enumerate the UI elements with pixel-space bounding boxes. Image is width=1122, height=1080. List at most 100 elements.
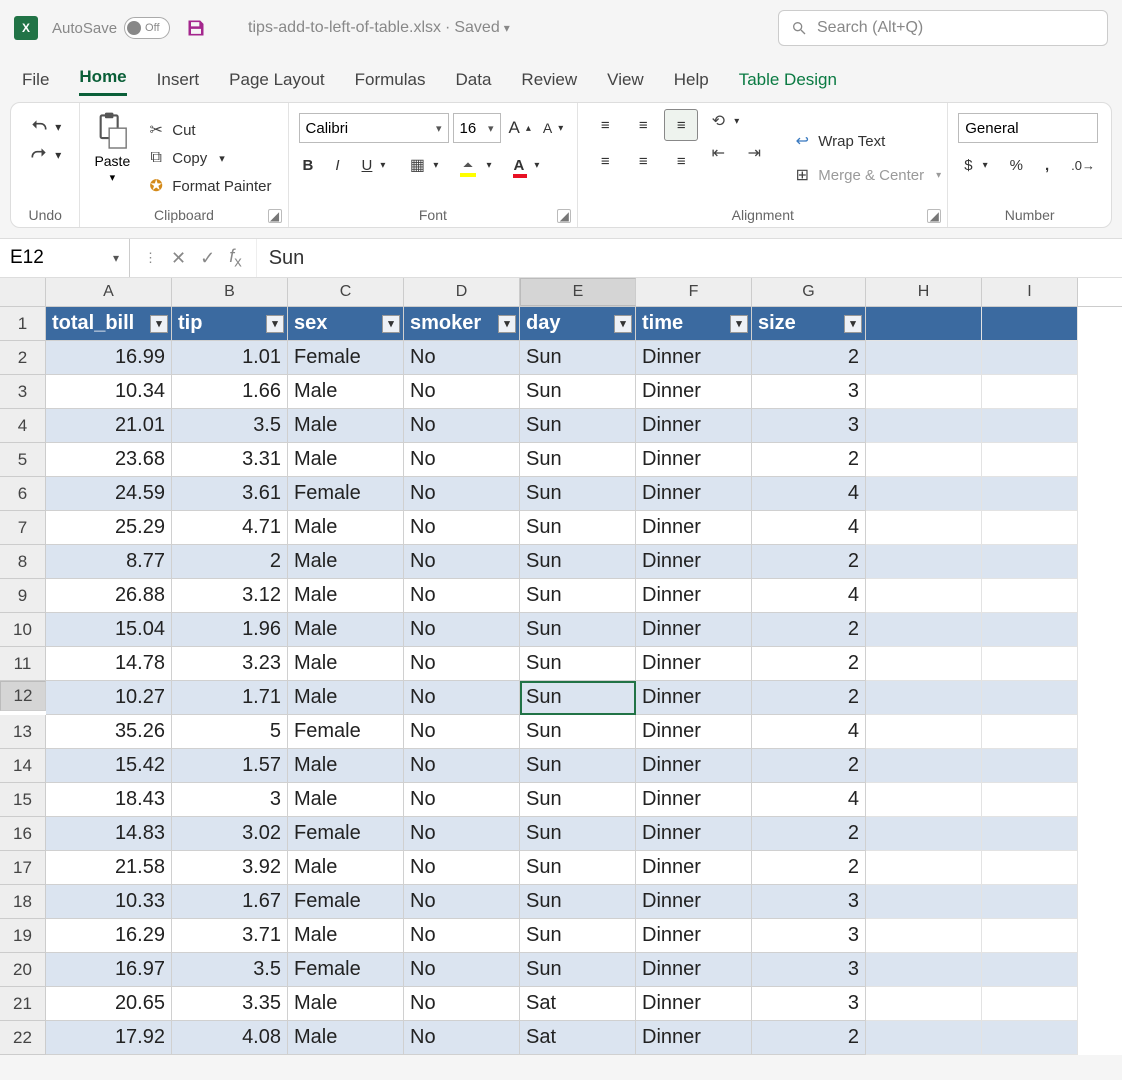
cell-2-A[interactable]: 16.99 (46, 341, 172, 375)
dropdown-icon[interactable]: ⋮ (144, 250, 157, 266)
tab-home[interactable]: Home (79, 67, 126, 96)
cell-9-G[interactable]: 4 (752, 579, 866, 613)
cell-12-A[interactable]: 10.27 (46, 681, 172, 715)
cell-21-F[interactable]: Dinner (636, 987, 752, 1021)
cell-14-D[interactable]: No (404, 749, 520, 783)
undo-button[interactable]: ▾ (25, 115, 65, 139)
row-header-20[interactable]: 20 (0, 953, 46, 987)
cell-21-G[interactable]: 3 (752, 987, 866, 1021)
cell-2-H[interactable] (866, 341, 982, 375)
cell-8-F[interactable]: Dinner (636, 545, 752, 579)
cell-13-G[interactable]: 4 (752, 715, 866, 749)
cell-7-E[interactable]: Sun (520, 511, 636, 545)
cell-17-E[interactable]: Sun (520, 851, 636, 885)
cell-11-A[interactable]: 14.78 (46, 647, 172, 681)
cell-16-A[interactable]: 14.83 (46, 817, 172, 851)
cell-21-B[interactable]: 3.35 (172, 987, 288, 1021)
cell-10-E[interactable]: Sun (520, 613, 636, 647)
row-header-7[interactable]: 7 (0, 511, 46, 545)
clipboard-launcher[interactable]: ◢ (268, 209, 282, 223)
cell-12-F[interactable]: Dinner (636, 681, 752, 715)
cell-6-E[interactable]: Sun (520, 477, 636, 511)
cell-19-A[interactable]: 16.29 (46, 919, 172, 953)
align-right-button[interactable]: ≡ (664, 145, 698, 177)
cell-4-G[interactable]: 3 (752, 409, 866, 443)
cell-16-F[interactable]: Dinner (636, 817, 752, 851)
cell-19-F[interactable]: Dinner (636, 919, 752, 953)
header-cell-tip[interactable]: tip▾ (172, 307, 288, 341)
cell-5-C[interactable]: Male (288, 443, 404, 477)
cell-16-G[interactable]: 2 (752, 817, 866, 851)
tab-formulas[interactable]: Formulas (355, 70, 426, 96)
cell-10-G[interactable]: 2 (752, 613, 866, 647)
cell-12-G[interactable]: 2 (752, 681, 866, 715)
cell-18-G[interactable]: 3 (752, 885, 866, 919)
cell-15-D[interactable]: No (404, 783, 520, 817)
search-input[interactable]: Search (Alt+Q) (778, 10, 1108, 46)
save-icon[interactable] (184, 16, 208, 40)
cell-5-B[interactable]: 3.31 (172, 443, 288, 477)
column-header-I[interactable]: I (982, 278, 1078, 306)
filter-dropdown-smoker[interactable]: ▾ (498, 315, 516, 333)
cell-18-F[interactable]: Dinner (636, 885, 752, 919)
cancel-formula-button[interactable]: ✕ (171, 248, 186, 269)
cell-22-I[interactable] (982, 1021, 1078, 1055)
cell-15-H[interactable] (866, 783, 982, 817)
cell-14-E[interactable]: Sun (520, 749, 636, 783)
row-header-9[interactable]: 9 (0, 579, 46, 613)
tab-insert[interactable]: Insert (157, 70, 200, 96)
cell-6-I[interactable] (982, 477, 1078, 511)
row-header-22[interactable]: 22 (0, 1021, 46, 1055)
cell-20-C[interactable]: Female (288, 953, 404, 987)
cell-21-C[interactable]: Male (288, 987, 404, 1021)
column-header-A[interactable]: A (46, 278, 172, 306)
cell-10-H[interactable] (866, 613, 982, 647)
cell-6-H[interactable] (866, 477, 982, 511)
cell-19-E[interactable]: Sun (520, 919, 636, 953)
cell-14-H[interactable] (866, 749, 982, 783)
cell-11-E[interactable]: Sun (520, 647, 636, 681)
cell-19-G[interactable]: 3 (752, 919, 866, 953)
align-bottom-button[interactable]: ≡ (664, 109, 698, 141)
row-header-13[interactable]: 13 (0, 715, 46, 749)
toggle-switch[interactable]: Off (124, 17, 170, 39)
cell-17-A[interactable]: 21.58 (46, 851, 172, 885)
column-header-C[interactable]: C (288, 278, 404, 306)
cell-3-I[interactable] (982, 375, 1078, 409)
cell-18-I[interactable] (982, 885, 1078, 919)
cell-5-E[interactable]: Sun (520, 443, 636, 477)
formula-input[interactable]: Sun (257, 247, 1122, 270)
cell-13-E[interactable]: Sun (520, 715, 636, 749)
cell-18-B[interactable]: 1.67 (172, 885, 288, 919)
cell-12-E[interactable]: Sun (520, 681, 636, 715)
cell-5-A[interactable]: 23.68 (46, 443, 172, 477)
cell-17-I[interactable] (982, 851, 1078, 885)
cell-1-I[interactable] (982, 307, 1078, 341)
filter-dropdown-time[interactable]: ▾ (730, 315, 748, 333)
cell-4-A[interactable]: 21.01 (46, 409, 172, 443)
cell-9-B[interactable]: 3.12 (172, 579, 288, 613)
align-center-button[interactable]: ≡ (626, 145, 660, 177)
cell-13-H[interactable] (866, 715, 982, 749)
cell-13-C[interactable]: Female (288, 715, 404, 749)
cell-8-B[interactable]: 2 (172, 545, 288, 579)
cell-15-A[interactable]: 18.43 (46, 783, 172, 817)
cell-11-C[interactable]: Male (288, 647, 404, 681)
cell-14-B[interactable]: 1.57 (172, 749, 288, 783)
row-header-6[interactable]: 6 (0, 477, 46, 511)
cell-19-C[interactable]: Male (288, 919, 404, 953)
header-cell-size[interactable]: size▾ (752, 307, 866, 341)
row-header-14[interactable]: 14 (0, 749, 46, 783)
cell-16-D[interactable]: No (404, 817, 520, 851)
cell-14-F[interactable]: Dinner (636, 749, 752, 783)
cell-7-G[interactable]: 4 (752, 511, 866, 545)
redo-button[interactable]: ▾ (25, 143, 65, 167)
cell-9-C[interactable]: Male (288, 579, 404, 613)
cell-21-I[interactable] (982, 987, 1078, 1021)
row-header-2[interactable]: 2 (0, 341, 46, 375)
cell-22-H[interactable] (866, 1021, 982, 1055)
font-launcher[interactable]: ◢ (557, 209, 571, 223)
underline-button[interactable]: U▾ (358, 155, 390, 176)
cell-22-D[interactable]: No (404, 1021, 520, 1055)
cell-15-F[interactable]: Dinner (636, 783, 752, 817)
